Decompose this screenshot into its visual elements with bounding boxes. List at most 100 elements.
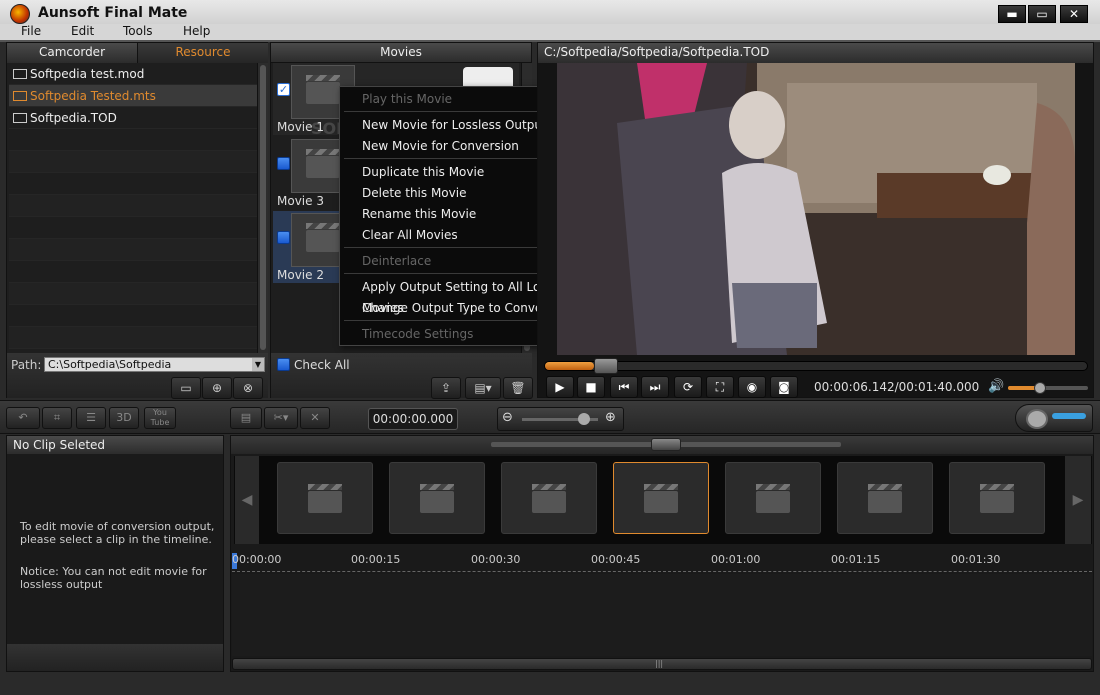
check-all-checkbox[interactable]: [277, 358, 290, 371]
zoom-in-icon[interactable]: ⊕: [605, 410, 616, 425]
file-item[interactable]: Softpedia.TOD: [9, 107, 257, 129]
volume-slider[interactable]: [1008, 382, 1088, 394]
add-folder-button[interactable]: ⊕: [202, 377, 232, 399]
movie-type-button[interactable]: ▤▾: [465, 377, 501, 399]
maximize-button[interactable]: ▭: [1028, 5, 1056, 23]
video-frame[interactable]: [557, 63, 1075, 355]
seek-progress: [545, 362, 594, 370]
timecode-field[interactable]: 00:00:00.000: [368, 408, 458, 430]
chevron-down-icon[interactable]: ▼: [252, 358, 264, 371]
seek-thumb[interactable]: [593, 358, 618, 374]
trash-icon[interactable]: 🗑: [503, 377, 533, 399]
ruler-label: 00:00:00: [232, 553, 282, 566]
timeline-clip[interactable]: [501, 462, 597, 534]
export-button[interactable]: ⇪: [431, 377, 461, 399]
timeline-clip[interactable]: [725, 462, 821, 534]
tab-camcorder[interactable]: Camcorder: [7, 43, 138, 63]
menu-edit[interactable]: Edit: [71, 24, 94, 38]
3d-button[interactable]: 3D: [109, 407, 139, 429]
zoom-thumb[interactable]: [578, 413, 590, 425]
menu-timecode[interactable]: Timecode Settings: [362, 324, 473, 345]
snapshot-button[interactable]: ◉: [738, 376, 766, 398]
minimize-button[interactable]: ▬: [998, 5, 1026, 23]
file-item[interactable]: Softpedia test.mod: [9, 63, 257, 85]
ruler-label: 00:00:45: [591, 553, 641, 566]
crop-button[interactable]: ⌗: [42, 407, 72, 429]
menu-clear-all[interactable]: Clear All Movies: [362, 225, 458, 246]
clapper-icon: [644, 484, 678, 513]
empty-row: [9, 283, 257, 305]
menu-new-lossless[interactable]: New Movie for Lossless Output: [362, 115, 547, 136]
clapper-icon: [980, 484, 1014, 513]
timeline-scroll-thumb[interactable]: [651, 438, 681, 451]
scissors-icon[interactable]: ✂▾: [264, 407, 298, 429]
strip-left-arrow[interactable]: ◀: [235, 456, 259, 544]
open-folder-button[interactable]: ▭: [171, 377, 201, 399]
preview-panel: C:/Softpedia/Softpedia/Softpedia.TOD ▶ ■…: [537, 42, 1094, 398]
ruler-label: 00:00:15: [351, 553, 401, 566]
edit-toolbar: ↶ ⌗ ☰ 3D You Tube ▤ ✂▾ ✕ 00:00:00.000 ⊖ …: [0, 400, 1100, 434]
menu-rename[interactable]: Rename this Movie: [362, 204, 476, 225]
adjust-button[interactable]: ☰: [76, 407, 106, 429]
timeline-track[interactable]: [232, 574, 1092, 656]
clapper-icon: [306, 149, 340, 178]
play-button[interactable]: ▶: [546, 376, 574, 398]
empty-row: [9, 173, 257, 195]
path-bar: Path: C:\Softpedia\Softpedia ▼ ▭ ⊕ ⊗: [7, 353, 268, 399]
strip-right-arrow[interactable]: ▶: [1065, 456, 1091, 544]
empty-row: [9, 129, 257, 151]
menu-duplicate[interactable]: Duplicate this Movie: [362, 162, 484, 183]
scroll-grip-icon: |||: [655, 659, 664, 668]
menu-new-conversion[interactable]: New Movie for Conversion: [362, 136, 519, 157]
ruler-label: 00:01:15: [831, 553, 881, 566]
empty-row: [9, 305, 257, 327]
title-bar: Aunsoft Final Mate ▬ ▭ ✕: [0, 0, 1100, 26]
scrollbar-thumb[interactable]: [260, 65, 266, 350]
edit-list-button[interactable]: ▤: [230, 407, 262, 429]
ruler-label: 00:01:30: [951, 553, 1001, 566]
ruler-label: 00:01:00: [711, 553, 761, 566]
resource-scrollbar[interactable]: [257, 63, 268, 353]
menu-delete[interactable]: Delete this Movie: [362, 183, 466, 204]
volume-icon[interactable]: 🔊: [988, 379, 1004, 394]
empty-row: [9, 239, 257, 261]
seek-bar[interactable]: [544, 358, 1088, 374]
menu-play-movie[interactable]: Play this Movie: [362, 89, 452, 110]
movie-checkbox[interactable]: [277, 157, 290, 170]
menu-file[interactable]: File: [21, 24, 41, 38]
tab-resource[interactable]: Resource: [138, 43, 268, 63]
clip-panel-footer: [7, 644, 223, 671]
snapshot-folder-button[interactable]: ◙: [770, 376, 798, 398]
timeline-clip[interactable]: [389, 462, 485, 534]
remove-button[interactable]: ⊗: [233, 377, 263, 399]
movie-label: Movie 3: [277, 194, 324, 208]
loop-button[interactable]: ⟳: [674, 376, 702, 398]
timeline-clip[interactable]: [837, 462, 933, 534]
timeline-hscrollbar[interactable]: |||: [232, 658, 1092, 670]
menu-tools[interactable]: Tools: [123, 24, 153, 38]
delete-clip-button[interactable]: ✕: [300, 407, 330, 429]
zoom-out-icon[interactable]: ⊖: [502, 410, 513, 425]
close-button[interactable]: ✕: [1060, 5, 1088, 23]
film-icon: [13, 90, 27, 101]
timeline-clip[interactable]: [277, 462, 373, 534]
stop-button[interactable]: ■: [577, 376, 605, 398]
timeline-clip[interactable]: [949, 462, 1045, 534]
movie-checkbox[interactable]: [277, 231, 290, 244]
next-frame-button[interactable]: ⏭: [641, 376, 669, 398]
clapper-icon: [420, 484, 454, 513]
file-item-selected[interactable]: Softpedia Tested.mts: [9, 85, 257, 107]
prev-frame-button[interactable]: ⏮: [610, 376, 638, 398]
volume-thumb[interactable]: [1034, 382, 1046, 394]
path-input[interactable]: C:\Softpedia\Softpedia: [44, 357, 265, 372]
menu-help[interactable]: Help: [183, 24, 210, 38]
menu-deinterlace[interactable]: Deinterlace: [362, 251, 431, 272]
undo-button[interactable]: ↶: [6, 407, 40, 429]
convert-button[interactable]: [1015, 404, 1093, 432]
empty-row: [9, 217, 257, 239]
youtube-button[interactable]: You Tube: [144, 407, 176, 429]
timeline-clip-selected[interactable]: [613, 462, 709, 534]
movie-checkbox[interactable]: ✓: [277, 83, 290, 96]
check-all-label: Check All: [294, 358, 350, 372]
fullscreen-button[interactable]: ⛶: [706, 376, 734, 398]
